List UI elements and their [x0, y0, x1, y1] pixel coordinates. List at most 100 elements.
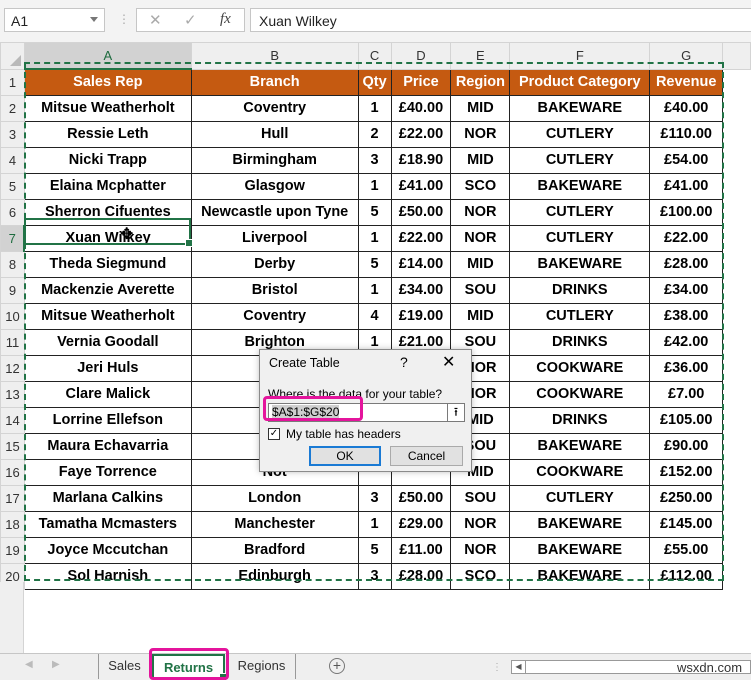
cell[interactable]: £110.00: [649, 120, 724, 148]
cell[interactable]: BAKEWARE: [509, 432, 651, 460]
empty-cell[interactable]: [723, 251, 751, 277]
column-header-f[interactable]: F: [509, 43, 651, 70]
cell[interactable]: £34.00: [390, 276, 452, 304]
cell[interactable]: £14.00: [390, 250, 452, 278]
row-header[interactable]: 17: [0, 484, 25, 512]
add-sheet-icon[interactable]: +: [329, 658, 345, 674]
cell[interactable]: SCO: [450, 172, 511, 200]
row-header[interactable]: 16: [0, 458, 25, 486]
empty-cell[interactable]: [723, 303, 751, 329]
headers-checkbox[interactable]: ✓: [268, 428, 280, 440]
cell[interactable]: £100.00: [649, 198, 724, 226]
cell[interactable]: Birmingham: [190, 146, 359, 174]
cell[interactable]: 5: [357, 250, 392, 278]
cell[interactable]: DRINKS: [509, 328, 651, 356]
row-header[interactable]: 4: [0, 146, 25, 174]
cell[interactable]: MID: [450, 302, 511, 330]
header-cell[interactable]: Qty: [357, 68, 392, 96]
header-cell[interactable]: Sales Rep: [23, 68, 192, 96]
cell[interactable]: SOU: [450, 276, 511, 304]
splitter-handle[interactable]: ⋮: [492, 662, 502, 673]
cell[interactable]: COOKWARE: [509, 380, 651, 408]
cell[interactable]: £28.00: [390, 562, 452, 590]
name-box[interactable]: A1: [4, 8, 105, 32]
cell[interactable]: 3: [357, 146, 392, 174]
cell[interactable]: Faye Torrence: [23, 458, 192, 486]
cell[interactable]: CUTLERY: [509, 146, 651, 174]
cell[interactable]: NOR: [450, 510, 511, 538]
empty-cell[interactable]: [723, 355, 751, 381]
cell[interactable]: BAKEWARE: [509, 94, 651, 122]
cell[interactable]: £54.00: [649, 146, 724, 174]
header-cell[interactable]: Branch: [190, 68, 359, 96]
cell[interactable]: Joyce Mccutchan: [23, 536, 192, 564]
cell[interactable]: BAKEWARE: [509, 172, 651, 200]
cell[interactable]: 5: [357, 198, 392, 226]
cell[interactable]: Sherron Cifuentes: [23, 198, 192, 226]
cell[interactable]: SOU: [450, 484, 511, 512]
help-button[interactable]: ?: [400, 354, 408, 370]
cell[interactable]: Marlana Calkins: [23, 484, 192, 512]
cell[interactable]: DRINKS: [509, 276, 651, 304]
cell[interactable]: Derby: [190, 250, 359, 278]
formula-input[interactable]: Xuan Wilkey: [250, 8, 751, 32]
cell[interactable]: CUTLERY: [509, 198, 651, 226]
row-header[interactable]: 15: [0, 432, 25, 460]
empty-cell[interactable]: [723, 277, 751, 303]
chevron-down-icon[interactable]: [90, 17, 98, 22]
cell[interactable]: MID: [450, 146, 511, 174]
cell[interactable]: Elaina Mcphatter: [23, 172, 192, 200]
row-header[interactable]: 13: [0, 380, 25, 408]
row-header[interactable]: 19: [0, 536, 25, 564]
cell[interactable]: Glasgow: [190, 172, 359, 200]
cell[interactable]: MID: [450, 250, 511, 278]
cell[interactable]: £28.00: [649, 250, 724, 278]
cell[interactable]: NOR: [450, 198, 511, 226]
cell[interactable]: £36.00: [649, 354, 724, 382]
cell[interactable]: 1: [357, 276, 392, 304]
row-header[interactable]: 3: [0, 120, 25, 148]
cell[interactable]: Ressie Leth: [23, 120, 192, 148]
cell[interactable]: Hull: [190, 120, 359, 148]
cell[interactable]: £22.00: [390, 120, 452, 148]
cell[interactable]: 5: [357, 536, 392, 564]
cell[interactable]: SCO: [450, 562, 511, 590]
cell[interactable]: Coventry: [190, 302, 359, 330]
cell[interactable]: Jeri Huls: [23, 354, 192, 382]
empty-cell[interactable]: [723, 563, 751, 589]
cell[interactable]: Bradford: [190, 536, 359, 564]
cell[interactable]: COOKWARE: [509, 354, 651, 382]
insert-function-icon[interactable]: fx: [220, 11, 231, 28]
cell[interactable]: Manchester: [190, 510, 359, 538]
cell[interactable]: BAKEWARE: [509, 562, 651, 590]
cell[interactable]: £40.00: [390, 94, 452, 122]
cell[interactable]: London: [190, 484, 359, 512]
cell[interactable]: CUTLERY: [509, 224, 651, 252]
cell[interactable]: NOR: [450, 536, 511, 564]
empty-cell[interactable]: [723, 537, 751, 563]
scroll-left-icon[interactable]: ◀: [25, 659, 33, 670]
cell[interactable]: 1: [357, 94, 392, 122]
cell[interactable]: MID: [450, 94, 511, 122]
cell[interactable]: BAKEWARE: [509, 536, 651, 564]
cell[interactable]: £145.00: [649, 510, 724, 538]
cell[interactable]: Tamatha Mcmasters: [23, 510, 192, 538]
row-header[interactable]: 10: [0, 302, 25, 330]
empty-cell[interactable]: [723, 199, 751, 225]
cell[interactable]: BAKEWARE: [509, 250, 651, 278]
cell[interactable]: £152.00: [649, 458, 724, 486]
cell[interactable]: 3: [357, 484, 392, 512]
cell[interactable]: Sol Harnish: [23, 562, 192, 590]
empty-cell[interactable]: [723, 459, 751, 485]
row-header[interactable]: 1: [0, 68, 25, 96]
cell[interactable]: CUTLERY: [509, 302, 651, 330]
cell[interactable]: £41.00: [649, 172, 724, 200]
tab-returns[interactable]: Returns: [152, 654, 227, 681]
cell[interactable]: 3: [357, 562, 392, 590]
cell[interactable]: NOR: [450, 224, 511, 252]
empty-cell[interactable]: [723, 225, 751, 251]
header-cell[interactable]: Product Category: [509, 68, 651, 96]
range-input[interactable]: $A$1:$G$20: [268, 403, 448, 422]
column-header-g[interactable]: G: [649, 43, 724, 70]
empty-cell[interactable]: [723, 329, 751, 355]
